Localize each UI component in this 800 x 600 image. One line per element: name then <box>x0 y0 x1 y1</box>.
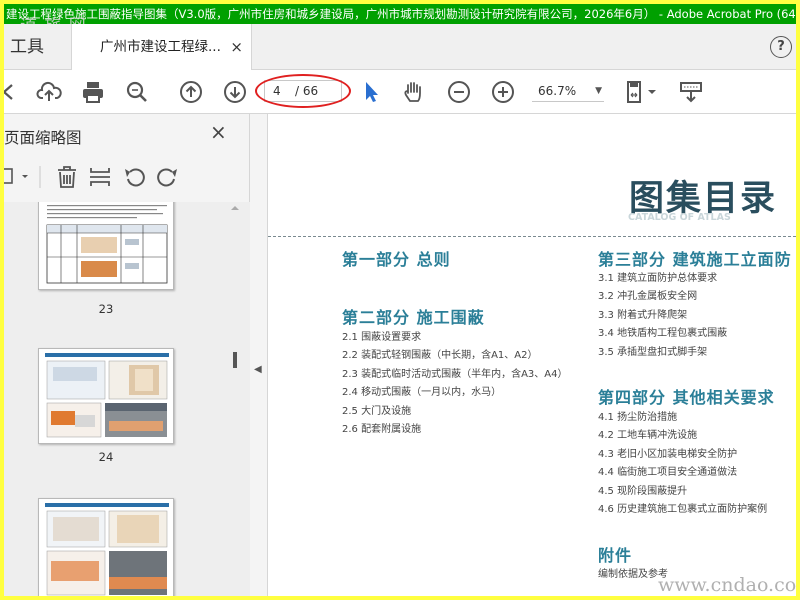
toc-item[interactable]: 3.4 地铁盾构工程包裹式围蔽 <box>598 325 727 343</box>
app-window: 建设工程绿色施工围蔽指导图集（V3.0版，广州市住房和城乡建设局，广州市城市规划… <box>0 0 800 600</box>
toc-item[interactable]: 2.3 装配式临时活动式围蔽（半年内，含A3、A4） <box>342 366 568 384</box>
toc-list: 2.1 围蔽设置要求 2.2 装配式轻钢围蔽（中长期，含A1、A2） 2.3 装… <box>342 329 568 439</box>
thumbnail-label: 24 <box>98 450 114 464</box>
toc-item[interactable]: 4.3 老旧小区加装电梯安全防护 <box>598 446 767 464</box>
toc-item[interactable]: 3.2 冲孔金属板安全网 <box>598 288 727 306</box>
page-up-icon[interactable] <box>178 79 204 105</box>
close-tab-icon[interactable]: × <box>230 24 243 70</box>
section-heading: 附件 <box>598 546 633 565</box>
toc-item[interactable]: 3.3 附着式升降爬架 <box>598 307 727 325</box>
select-cursor-icon[interactable] <box>358 79 384 105</box>
fit-page-icon[interactable] <box>624 79 660 105</box>
toc-item[interactable]: 4.2 工地车辆冲洗设施 <box>598 427 767 445</box>
zoom-level: 66.7% <box>538 84 577 98</box>
tab-bar: 工具 广州市建设工程绿... × ? <box>4 24 796 71</box>
section-heading: 第一部分 总则 <box>342 250 451 269</box>
panel-title: 页面缩略图 <box>4 129 82 147</box>
section-heading: 第四部分 其他相关要求 <box>598 388 775 407</box>
help-icon[interactable]: ? <box>770 36 792 58</box>
zoom-in-icon[interactable] <box>490 79 516 105</box>
delete-page-icon[interactable] <box>58 166 76 188</box>
annotation-ellipse <box>255 74 351 108</box>
window-title-bar: 建设工程绿色施工围蔽指导图集（V3.0版，广州市住房和城乡建设局，广州市城市规划… <box>4 4 796 24</box>
toc-item[interactable]: 3.5 承插型盘扣式脚手架 <box>598 344 727 362</box>
chevron-left-icon: ◀ <box>254 364 262 375</box>
chevron-down-icon: ▼ <box>595 86 602 96</box>
collapse-panel-handle[interactable]: ◀ <box>250 114 268 596</box>
toc-item[interactable]: 3.1 建筑立面防护总体要求 <box>598 270 727 288</box>
toc-item[interactable]: 2.1 围蔽设置要求 <box>342 329 568 347</box>
tab-document[interactable]: 广州市建设工程绿... × <box>72 24 252 71</box>
page-thumbnail-23[interactable] <box>38 202 174 290</box>
tab-tools[interactable]: 工具 <box>4 24 72 70</box>
thumbnails-panel: 页面缩略图 × 23 24 <box>4 114 250 596</box>
toc-item[interactable]: 2.4 移动式围蔽（一月以内，水马） <box>342 384 568 402</box>
thumbnail-list[interactable]: 23 24 <box>4 202 250 596</box>
upload-icon[interactable] <box>36 79 62 105</box>
dashed-divider <box>268 236 796 237</box>
options-menu-icon[interactable] <box>4 168 28 184</box>
toc-item[interactable]: 4.6 历史建筑施工包裹式立面防护案例 <box>598 501 767 519</box>
zoom-search-icon[interactable] <box>124 79 150 105</box>
toc-item[interactable]: 2.6 配套附属设施 <box>342 421 568 439</box>
toc-item[interactable]: 4.5 现阶段围蔽提升 <box>598 483 767 501</box>
scroll-mode-icon[interactable] <box>678 79 704 105</box>
toc-list: 4.1 扬尘防治措施 4.2 工地车辆冲洗设施 4.3 老旧小区加装电梯安全防护… <box>598 409 767 519</box>
document-view[interactable]: 图集目录 CATALOG OF ATLAS 第一部分 总则 第二部分 施工围蔽 … <box>268 114 796 596</box>
toc-item[interactable]: 2.2 装配式轻钢围蔽（中长期，含A1、A2） <box>342 347 568 365</box>
hand-icon[interactable] <box>400 79 426 105</box>
panel-toolbar <box>4 160 250 194</box>
zoom-level-select[interactable]: 66.7% ▼ <box>532 80 604 102</box>
toc-list: 3.1 建筑立面防护总体要求 3.2 冲孔金属板安全网 3.3 附着式升降爬架 … <box>598 270 727 362</box>
toc-item[interactable]: 4.1 扬尘防治措施 <box>598 409 767 427</box>
window-title: 建设工程绿色施工围蔽指导图集（V3.0版，广州市住房和城乡建设局，广州市城市规划… <box>6 7 796 21</box>
page-thumbnail-24[interactable] <box>38 348 174 444</box>
rotate-right-icon[interactable] <box>157 168 177 187</box>
thumbnail-scrollbar[interactable] <box>228 202 242 596</box>
main-toolbar: 4 / 66 66.7% ▼ <box>4 70 796 114</box>
tab-document-label: 广州市建设工程绿... <box>100 39 221 55</box>
toc-item[interactable]: 4.4 临街施工项目安全通道做法 <box>598 464 767 482</box>
insert-page-icon[interactable] <box>90 168 110 186</box>
undo-icon[interactable] <box>4 79 22 105</box>
watermark-url: www.cndao.com <box>658 574 800 596</box>
page-thumbnail-25[interactable] <box>38 498 174 596</box>
close-panel-icon[interactable]: × <box>210 120 227 144</box>
toc-item[interactable]: 2.5 大门及设施 <box>342 403 568 421</box>
print-icon[interactable] <box>80 79 106 105</box>
rotate-left-icon[interactable] <box>125 168 145 187</box>
thumbnail-label: 23 <box>98 302 114 316</box>
section-heading: 第二部分 施工围蔽 <box>342 308 485 327</box>
zoom-out-icon[interactable] <box>446 79 472 105</box>
page-subtitle: CATALOG OF ATLAS <box>628 212 731 223</box>
section-heading: 第三部分 建筑施工立面防 <box>598 250 792 269</box>
page-down-icon[interactable] <box>222 79 248 105</box>
